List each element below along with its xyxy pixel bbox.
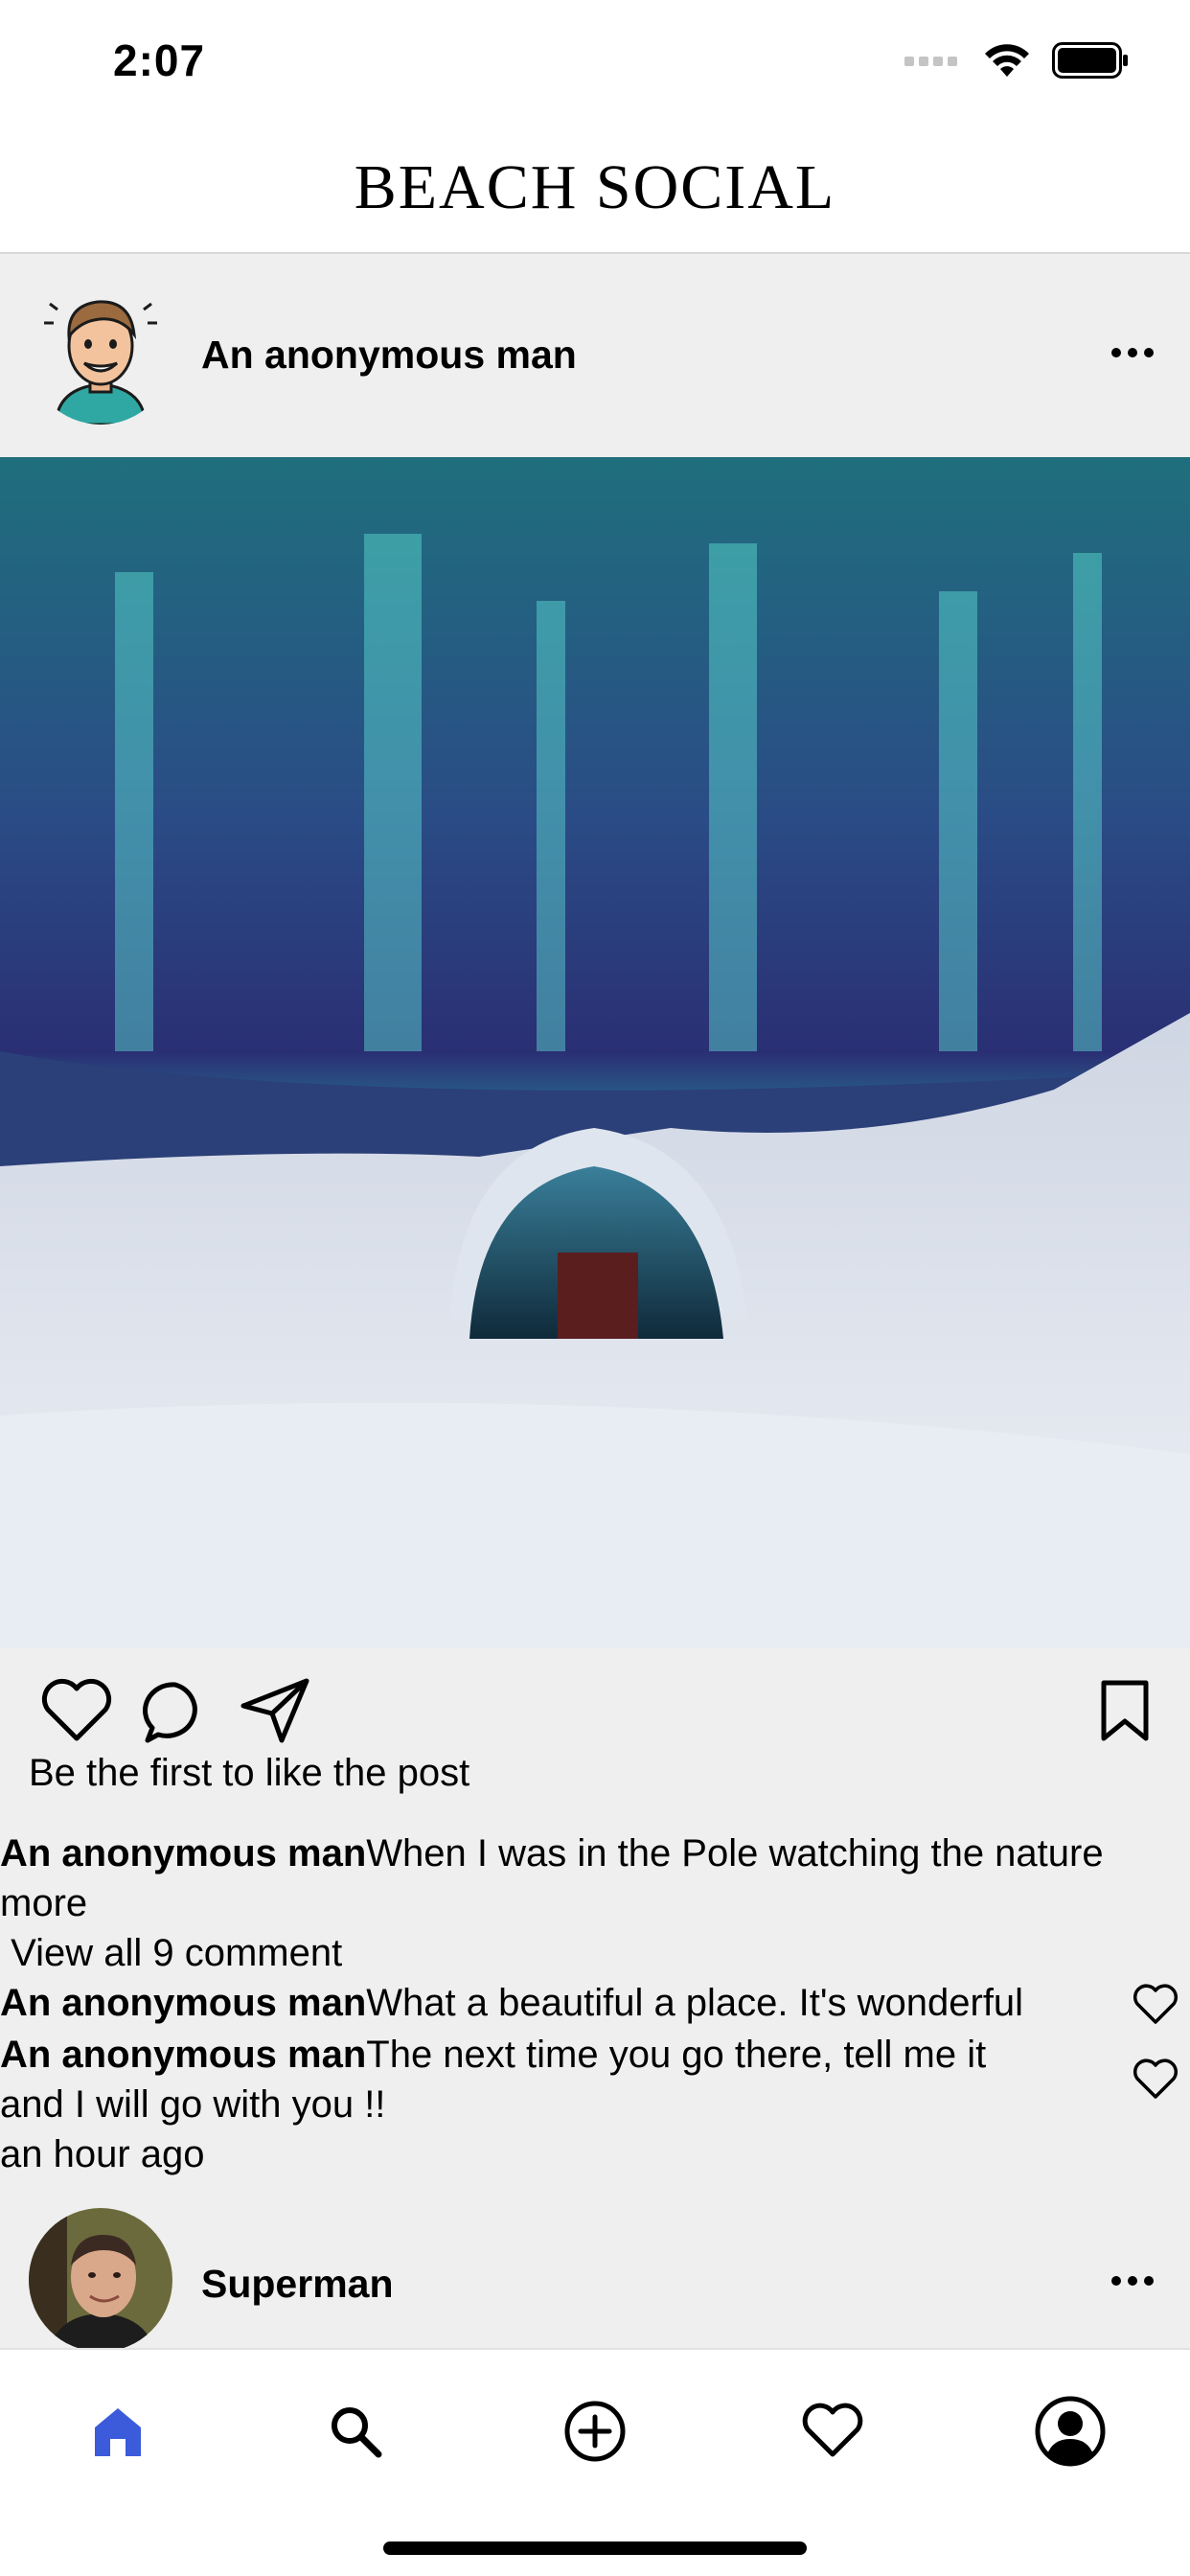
status-bar: 2:07 [0,0,1190,134]
share-button[interactable] [240,1677,310,1744]
battery-icon [1052,42,1128,79]
caption-text: When I was in the Pole watching the natu… [366,1832,1104,1874]
tab-bar [0,2348,1190,2576]
heart-icon [1133,2058,1179,2099]
avatar[interactable] [29,2208,172,2352]
avatar[interactable] [29,281,172,425]
tab-add-post[interactable] [552,2388,638,2474]
comment-like-button[interactable] [1133,2058,1179,2101]
more-options-icon[interactable] [1104,2257,1161,2305]
view-all-comments-link[interactable]: View all 9 comment [0,1928,342,1978]
status-time: 2:07 [113,35,206,85]
heart-icon [802,2403,863,2457]
comment-author[interactable]: An anonymous man [0,1982,366,2024]
likes-text: Be the first to like the post [29,1752,470,1794]
man-photo-avatar-icon [29,2208,172,2352]
aurora-ice-hotel-photo [0,457,1190,1648]
post-header: Superman [0,2204,1190,2352]
comment-author[interactable]: An anonymous man [0,2034,366,2076]
bookmark-icon [1101,1680,1149,1741]
add-circle-icon [564,2401,626,2462]
caption-author[interactable]: An anonymous man [0,1832,366,1874]
home-icon [95,2408,141,2456]
comment: An anonymous manThe next time you go the… [0,2030,986,2080]
heart-icon [41,1678,112,1741]
post-author[interactable]: Superman [201,2262,394,2307]
signal-icon [904,57,957,66]
bookmark-button[interactable] [1098,1679,1152,1742]
status-icons [904,42,1129,79]
profile-icon [1035,2396,1106,2467]
wifi-icon [985,44,1029,77]
send-icon [240,1678,309,1743]
comment-button[interactable] [142,1679,209,1746]
post-header: An anonymous man [0,254,1190,457]
app-header: BEACH SOCIAL [0,134,1190,254]
app-title: BEACH SOCIAL [354,152,836,222]
post-caption: An anonymous manWhen I was in the Pole w… [0,1828,1104,1878]
search-icon [332,2407,382,2458]
like-button[interactable] [40,1677,113,1744]
tab-search[interactable] [312,2388,399,2474]
home-indicator[interactable] [383,2542,807,2555]
tab-profile[interactable] [1027,2388,1113,2474]
comment-like-button[interactable] [1133,1984,1179,2026]
comment-text: The next time you go there, tell me it [366,2034,987,2076]
comment-text: What a beautiful a place. It's wonderful [366,1982,1024,2024]
post-image[interactable] [0,457,1190,1648]
caption-more-link[interactable]: more [0,1878,87,1928]
comment-text-continued: and I will go with you !! [0,2083,386,2126]
comment-bubble-icon [143,1682,197,1743]
post-actions [0,1648,1190,1763]
tab-activity[interactable] [790,2388,876,2474]
heart-icon [1133,1984,1179,2024]
post-timestamp: an hour ago [0,2133,205,2175]
comment: An anonymous manWhat a beautiful a place… [0,1978,1023,2028]
more-options-icon[interactable] [1104,329,1161,377]
cartoon-man-avatar-icon [29,281,172,425]
tab-home[interactable] [75,2388,161,2474]
post-author[interactable]: An anonymous man [201,333,577,378]
